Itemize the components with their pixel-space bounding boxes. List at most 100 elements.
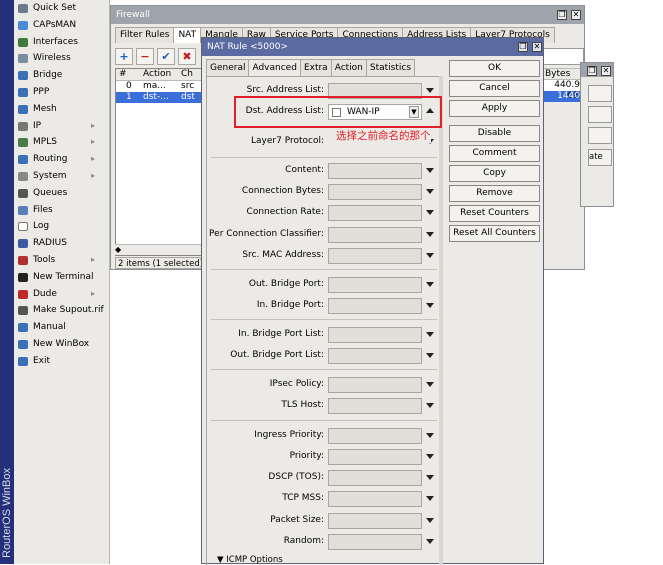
menu-item-interfaces[interactable]: Interfaces bbox=[14, 34, 109, 51]
column-header[interactable]: # bbox=[116, 69, 140, 79]
reset-counters-button[interactable]: Reset Counters bbox=[449, 205, 540, 222]
dropdown-arrow-icon[interactable] bbox=[426, 303, 434, 308]
menu-item-bridge[interactable]: Bridge bbox=[14, 67, 109, 84]
menu-item-manual[interactable]: Manual bbox=[14, 319, 109, 336]
menu-item-exit[interactable]: Exit bbox=[14, 353, 109, 370]
dropdown-arrow-icon[interactable] bbox=[426, 210, 434, 215]
menu-item-ppp[interactable]: PPP bbox=[14, 84, 109, 101]
column-header[interactable]: Action bbox=[140, 69, 178, 79]
restore-icon[interactable]: ❐ bbox=[587, 66, 597, 76]
dropdown-arrow-icon[interactable] bbox=[426, 539, 434, 544]
per-connection-classifier-field[interactable] bbox=[328, 227, 422, 243]
comment-button[interactable]: Comment bbox=[449, 145, 540, 162]
remove-button[interactable]: Remove bbox=[449, 185, 540, 202]
dropdown-arrow-icon[interactable] bbox=[426, 189, 434, 194]
background-window-button[interactable] bbox=[588, 106, 612, 123]
menu-item-mesh[interactable]: Mesh bbox=[14, 101, 109, 118]
dropdown-arrow-icon[interactable] bbox=[426, 433, 434, 438]
find-input[interactable] bbox=[541, 48, 584, 65]
tab-general[interactable]: General bbox=[206, 59, 250, 76]
menu-item-files[interactable]: Files bbox=[14, 202, 109, 219]
tls-host-field[interactable] bbox=[328, 398, 422, 414]
vertical-scrollbar[interactable] bbox=[439, 76, 443, 565]
ok-button[interactable]: OK bbox=[449, 60, 540, 77]
menu-item-routing[interactable]: Routing ▸ bbox=[14, 151, 109, 168]
dropdown-arrow-icon[interactable] bbox=[426, 253, 434, 258]
in-bridge-port-list-field[interactable] bbox=[328, 327, 422, 343]
src-mac-address-field[interactable] bbox=[328, 248, 422, 264]
nat-rule-title-bar[interactable]: NAT Rule <5000> bbox=[202, 38, 543, 56]
tcp-mss-field[interactable] bbox=[328, 491, 422, 507]
dscp-tos-field[interactable] bbox=[328, 470, 422, 486]
ingress-priority-field[interactable] bbox=[328, 428, 422, 444]
dropdown-arrow-icon[interactable] bbox=[426, 168, 434, 173]
content-field[interactable] bbox=[328, 163, 422, 179]
out-bridge-port-field[interactable] bbox=[328, 277, 422, 293]
add-icon[interactable]: + bbox=[115, 48, 133, 65]
connection-bytes-field[interactable] bbox=[328, 184, 422, 200]
dropdown-arrow-icon[interactable] bbox=[426, 232, 434, 237]
column-header[interactable]: Ch bbox=[178, 69, 200, 79]
horizontal-scrollbar[interactable]: ◆ bbox=[115, 244, 203, 255]
dropdown-arrow-icon[interactable] bbox=[426, 88, 434, 93]
close-icon[interactable]: ✕ bbox=[571, 10, 581, 20]
tab-statistics[interactable]: Statistics bbox=[365, 59, 416, 76]
menu-item-new-winbox[interactable]: New WinBox bbox=[14, 336, 109, 353]
tab-action[interactable]: Action bbox=[330, 59, 367, 76]
out-bridge-port-list-field[interactable] bbox=[328, 348, 422, 364]
menu-item-capsman[interactable]: CAPsMAN bbox=[14, 17, 109, 34]
remove-icon[interactable]: − bbox=[136, 48, 154, 65]
column-header[interactable]: Bytes bbox=[542, 68, 582, 80]
dropdown-arrow-icon[interactable] bbox=[426, 353, 434, 358]
restore-icon[interactable]: ❐ bbox=[518, 42, 528, 52]
dropdown-arrow-icon[interactable] bbox=[426, 475, 434, 480]
manual-icon bbox=[18, 323, 28, 333]
menu-item-system[interactable]: System ▸ bbox=[14, 168, 109, 185]
firewall-title-bar[interactable]: Firewall bbox=[111, 6, 584, 24]
dropdown-arrow-icon[interactable] bbox=[426, 332, 434, 337]
dropdown-arrow-icon[interactable] bbox=[426, 282, 434, 287]
dropdown-arrow-icon[interactable] bbox=[426, 518, 434, 523]
apply-button[interactable]: Apply bbox=[449, 100, 540, 117]
tab-nat[interactable]: NAT bbox=[173, 27, 202, 43]
background-window-button[interactable] bbox=[588, 127, 612, 144]
background-window-button[interactable] bbox=[588, 85, 612, 102]
copy-button[interactable]: Copy bbox=[449, 165, 540, 182]
priority-field[interactable] bbox=[328, 449, 422, 465]
dropdown-arrow-icon[interactable] bbox=[426, 496, 434, 501]
ipsec-policy-field[interactable] bbox=[328, 377, 422, 393]
in-bridge-port-field[interactable] bbox=[328, 298, 422, 314]
tab-filter-rules[interactable]: Filter Rules bbox=[115, 27, 175, 43]
restore-icon[interactable]: ❐ bbox=[557, 10, 567, 20]
enable-icon[interactable]: ✔ bbox=[157, 48, 175, 65]
random-field[interactable] bbox=[328, 534, 422, 550]
cancel-button[interactable]: Cancel bbox=[449, 80, 540, 97]
connection-rate-field[interactable] bbox=[328, 205, 422, 221]
menu-item-log[interactable]: Log bbox=[14, 218, 109, 235]
menu-item-dude[interactable]: Dude ▸ bbox=[14, 286, 109, 303]
table-row[interactable]: 0 ma... src bbox=[116, 81, 202, 92]
dropdown-arrow-icon[interactable] bbox=[426, 382, 434, 387]
reset-all-counters-button[interactable]: Reset All Counters bbox=[449, 225, 540, 242]
table-row[interactable]: 1 dst-... dst bbox=[116, 92, 202, 103]
menu-item-radius[interactable]: RADIUS bbox=[14, 235, 109, 252]
tab-extra[interactable]: Extra bbox=[299, 59, 332, 76]
disable-icon[interactable]: ✖ bbox=[178, 48, 196, 65]
close-icon[interactable]: ✕ bbox=[601, 66, 611, 76]
background-window-button[interactable]: ate bbox=[588, 149, 612, 166]
menu-item-quick-set[interactable]: Quick Set bbox=[14, 0, 109, 17]
divider bbox=[211, 269, 437, 270]
menu-item-wireless[interactable]: Wireless bbox=[14, 50, 109, 67]
menu-item-new-terminal[interactable]: New Terminal bbox=[14, 269, 109, 286]
close-icon[interactable]: ✕ bbox=[532, 42, 542, 52]
menu-item-tools[interactable]: Tools ▸ bbox=[14, 252, 109, 269]
menu-item-queues[interactable]: Queues bbox=[14, 185, 109, 202]
dropdown-arrow-icon[interactable] bbox=[426, 403, 434, 408]
tab-advanced[interactable]: Advanced bbox=[248, 59, 301, 77]
packet-size-field[interactable] bbox=[328, 513, 422, 529]
menu-item-mpls[interactable]: MPLS ▸ bbox=[14, 134, 109, 151]
menu-item-make-supout-rif[interactable]: Make Supout.rif bbox=[14, 302, 109, 319]
disable-button[interactable]: Disable bbox=[449, 125, 540, 142]
menu-item-ip[interactable]: IP ▸ bbox=[14, 118, 109, 135]
dropdown-arrow-icon[interactable] bbox=[426, 454, 434, 459]
